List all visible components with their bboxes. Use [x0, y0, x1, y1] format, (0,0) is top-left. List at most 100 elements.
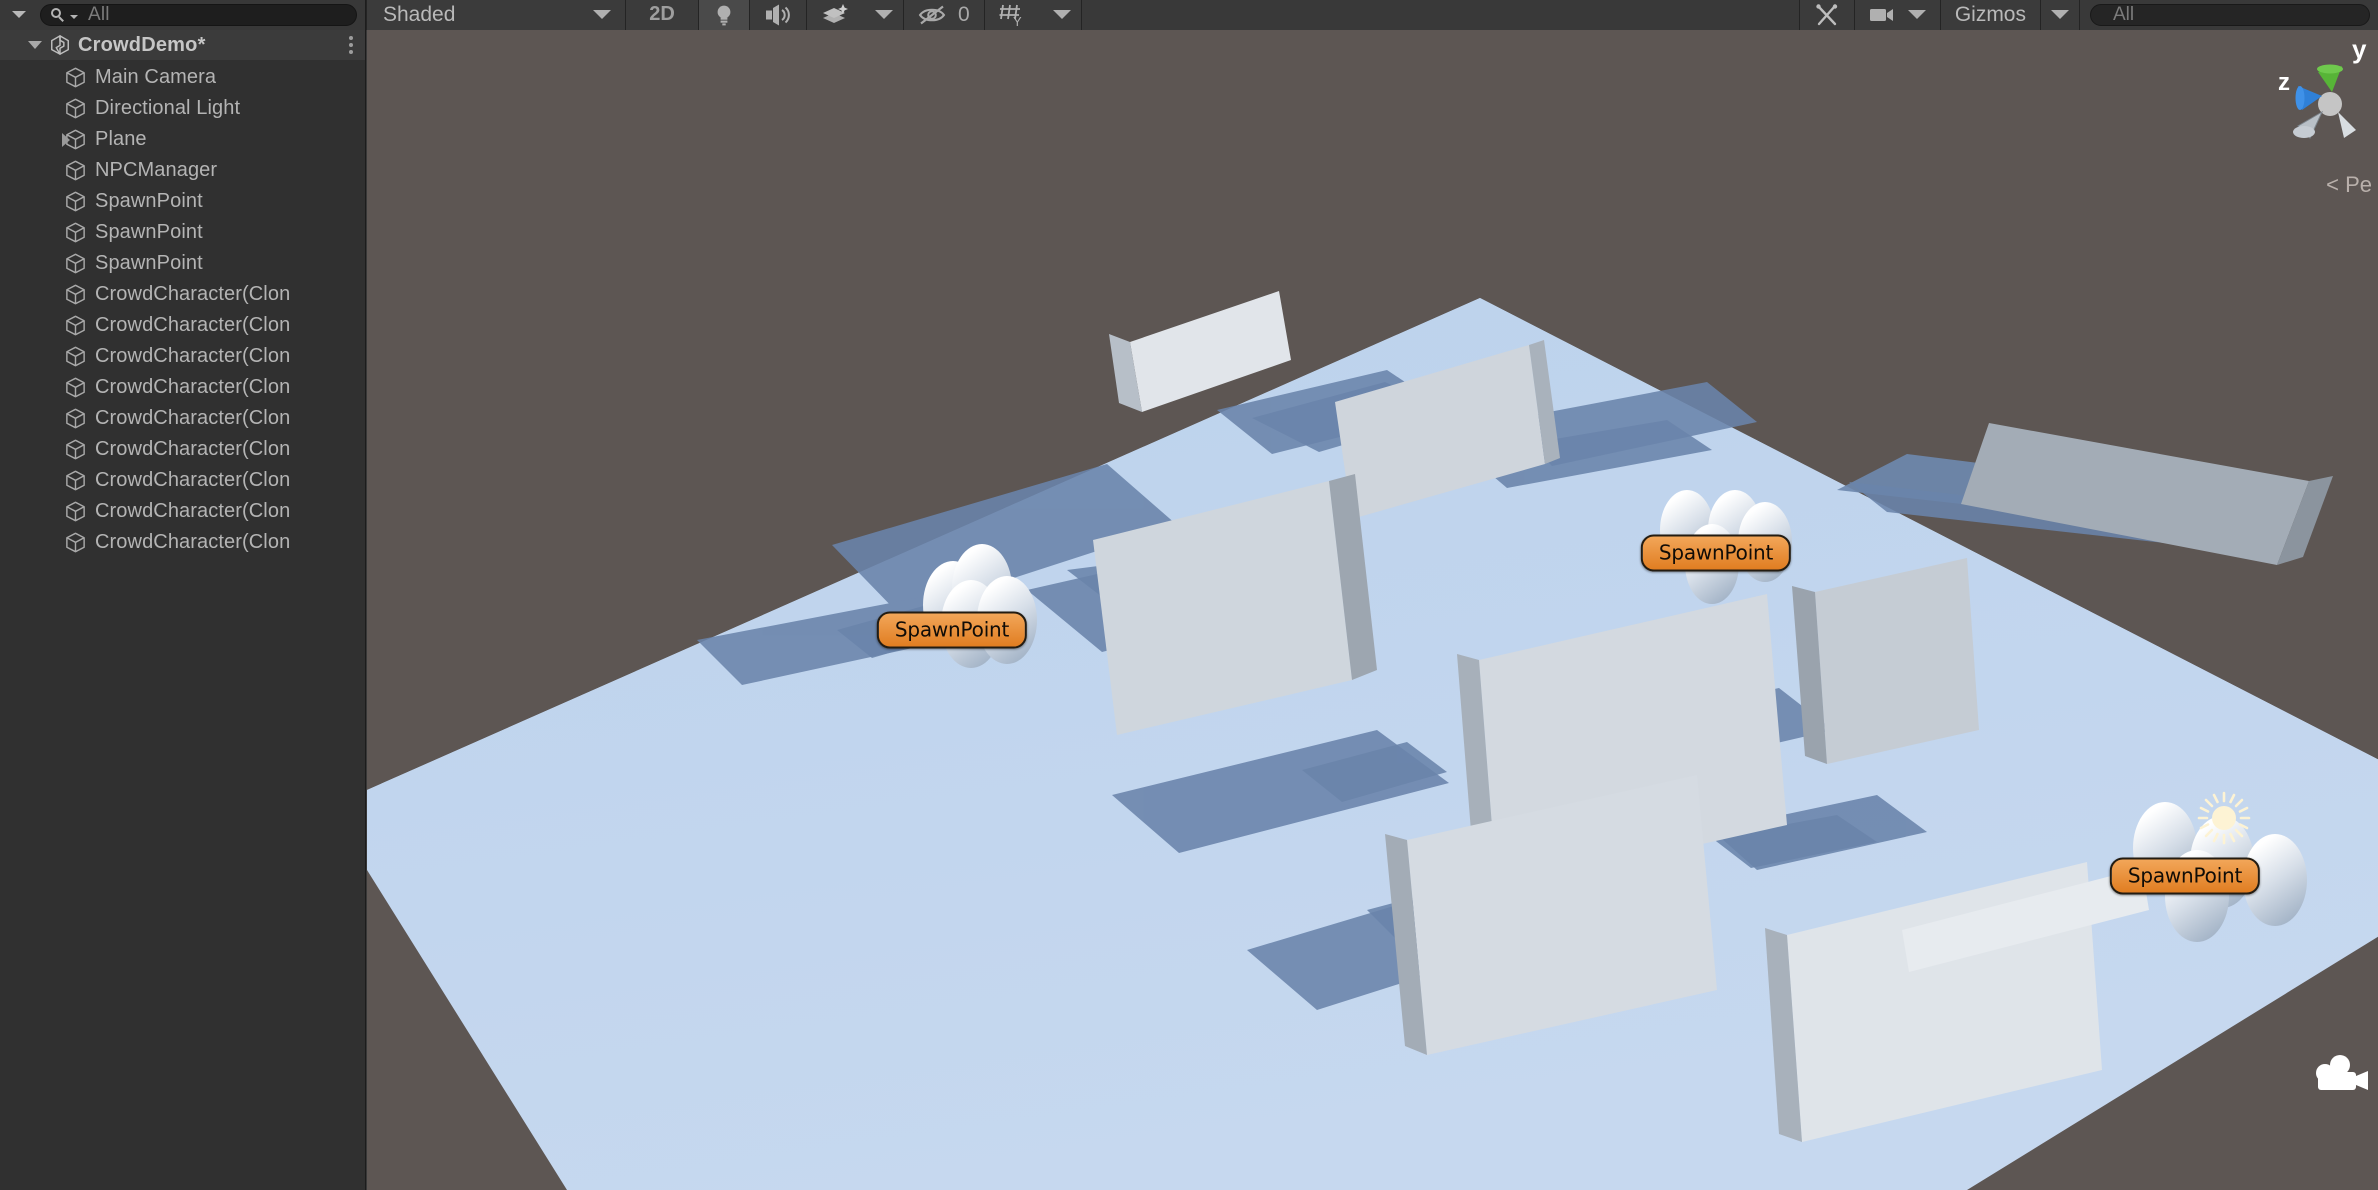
chevron-down-icon	[1052, 10, 1071, 19]
scene-view[interactable]: SpawnPoint SpawnPoint SpawnPoint y z < Pe	[367, 30, 2378, 1190]
chevron-down-icon	[12, 11, 26, 18]
toggle-2d-button[interactable]: 2D	[626, 0, 698, 30]
gameobject-cube-icon	[66, 284, 85, 305]
hierarchy-item[interactable]: CrowdCharacter(Clon	[0, 372, 365, 403]
toggle-scene-fx-button[interactable]	[807, 0, 865, 30]
hierarchy-item-label: CrowdCharacter(Clon	[95, 407, 291, 429]
hierarchy-item[interactable]: CrowdCharacter(Clon	[0, 434, 365, 465]
spawnpoint-label[interactable]: SpawnPoint	[1640, 534, 1792, 572]
gameobject-cube-icon	[66, 191, 85, 212]
hierarchy-item[interactable]: CrowdCharacter(Clon	[0, 341, 365, 372]
toggle-scene-audio-button[interactable]	[750, 0, 806, 30]
scene-toolbar-right: Gizmos All	[1798, 0, 2378, 30]
hierarchy-search-placeholder: All	[88, 3, 110, 25]
gizmos-button[interactable]: Gizmos	[1940, 0, 2040, 30]
svg-text:Y: Y	[1013, 14, 1022, 27]
projection-mode-label[interactable]: < Pe	[2260, 172, 2372, 198]
hierarchy-item-label: CrowdCharacter(Clon	[95, 283, 291, 305]
hierarchy-panel: CrowdDemo* Main Camera Directional Light P…	[0, 30, 366, 1190]
hierarchy-menu-button[interactable]	[2, 2, 36, 28]
hierarchy-search-input[interactable]: All	[40, 3, 357, 26]
tools-icon	[1816, 3, 1838, 25]
hierarchy-item-label: CrowdCharacter(Clon	[95, 376, 291, 398]
search-icon	[51, 7, 66, 22]
hierarchy-item[interactable]: SpawnPoint	[0, 248, 365, 279]
hierarchy-item[interactable]: Directional Light	[0, 93, 365, 124]
hierarchy-item[interactable]: NPCManager	[0, 155, 365, 186]
hidden-objects-count: 0	[958, 2, 970, 26]
gizmos-search-input[interactable]: All	[2090, 3, 2370, 26]
gameobject-cube-icon	[66, 222, 85, 243]
hierarchy-toolbar: All	[0, 0, 366, 30]
scene-camera-button[interactable]	[1854, 0, 1940, 30]
axis-label-y: y	[2352, 34, 2367, 64]
grid-visibility-button[interactable]: Y	[984, 0, 1043, 30]
chevron-right-icon	[62, 132, 70, 147]
gameobject-cube-icon	[66, 346, 85, 367]
hidden-objects-button[interactable]: 0	[904, 0, 984, 30]
movie-camera-icon	[2316, 1055, 2368, 1090]
hierarchy-item-label: Plane	[95, 128, 147, 150]
draw-mode-label: Shaded	[383, 2, 456, 26]
gameobject-cube-icon	[66, 315, 85, 336]
fx-layers-icon	[823, 3, 848, 23]
hierarchy-item[interactable]: CrowdCharacter(Clon	[0, 403, 365, 434]
gameobject-cube-icon	[66, 501, 85, 522]
gizmos-dropdown[interactable]	[2041, 0, 2079, 30]
gameobject-cube-icon	[66, 408, 85, 429]
hierarchy-item-label: SpawnPoint	[95, 252, 203, 274]
lightbulb-icon	[717, 5, 731, 25]
hierarchy-item-label: CrowdCharacter(Clon	[95, 345, 291, 367]
hierarchy-item-label: SpawnPoint	[95, 221, 203, 243]
scene-toolbar: Shaded 2D 0 Y Gizmos All	[366, 0, 2378, 30]
speaker-icon	[766, 4, 790, 25]
toggle-scene-lighting-button[interactable]	[699, 0, 749, 30]
grid-dropdown[interactable]	[1042, 0, 1081, 30]
unity-scene-icon	[51, 35, 69, 55]
draw-mode-dropdown[interactable]: Shaded	[367, 0, 625, 30]
hierarchy-item[interactable]: SpawnPoint	[0, 186, 365, 217]
chevron-down-icon	[875, 10, 893, 19]
hierarchy-item[interactable]: Main Camera	[0, 62, 365, 93]
hierarchy-item[interactable]: Plane	[0, 124, 365, 155]
spawnpoint-label[interactable]: SpawnPoint	[876, 611, 1028, 649]
eye-off-icon	[918, 5, 946, 24]
grid-axis-icon: Y	[999, 4, 1022, 27]
gameobject-cube-icon	[66, 160, 85, 181]
hierarchy-item-label: Main Camera	[95, 66, 217, 88]
unity-editor-window: All Shaded 2D 0 Y Gizmos All CrowdDemo* …	[0, 0, 2378, 1190]
scene-name-label: CrowdDemo*	[78, 33, 206, 56]
hierarchy-item[interactable]: CrowdCharacter(Clon	[0, 527, 365, 558]
hierarchy-item[interactable]: SpawnPoint	[0, 217, 365, 248]
mode-2d-label: 2D	[649, 3, 675, 25]
scene-tools-button[interactable]	[1799, 0, 1854, 30]
search-filter-caret-icon[interactable]	[70, 14, 78, 19]
chevron-down-icon	[1907, 10, 1926, 19]
chevron-down-icon	[2051, 10, 2069, 19]
spawnpoint-label[interactable]: SpawnPoint	[2109, 857, 2261, 895]
gameobject-cube-icon	[66, 470, 85, 491]
scene-characters-layer	[923, 490, 2307, 942]
hierarchy-item-label: CrowdCharacter(Clon	[95, 500, 291, 522]
hierarchy-item[interactable]: CrowdCharacter(Clon	[0, 310, 365, 341]
expand-toggle[interactable]	[62, 124, 70, 155]
hierarchy-item[interactable]: CrowdCharacter(Clon	[0, 465, 365, 496]
gameobject-cube-icon	[66, 98, 85, 119]
hierarchy-item-label: Directional Light	[95, 97, 241, 119]
chevron-down-icon[interactable]	[28, 41, 42, 49]
gameobject-cube-icon	[66, 532, 85, 553]
hierarchy-item[interactable]: CrowdCharacter(Clon	[0, 496, 365, 527]
top-toolbar: All Shaded 2D 0 Y Gizmos All	[0, 0, 2378, 30]
hierarchy-scene-row[interactable]: CrowdDemo*	[0, 30, 365, 61]
scene-fx-dropdown[interactable]	[865, 0, 903, 30]
hierarchy-item[interactable]: CrowdCharacter(Clon	[0, 279, 365, 310]
hierarchy-item-label: CrowdCharacter(Clon	[95, 438, 291, 460]
hierarchy-tree: Main Camera Directional Light Plane NPCMana…	[0, 61, 365, 558]
gizmos-search-placeholder: All	[2113, 3, 2135, 25]
scene-axis-gizmo[interactable]: y z	[2260, 34, 2372, 164]
hierarchy-item-label: SpawnPoint	[95, 190, 203, 212]
kebab-menu-icon[interactable]	[349, 36, 353, 54]
hierarchy-item-label: CrowdCharacter(Clon	[95, 314, 291, 336]
hierarchy-item-label: CrowdCharacter(Clon	[95, 469, 291, 491]
gameobject-cube-icon	[66, 253, 85, 274]
